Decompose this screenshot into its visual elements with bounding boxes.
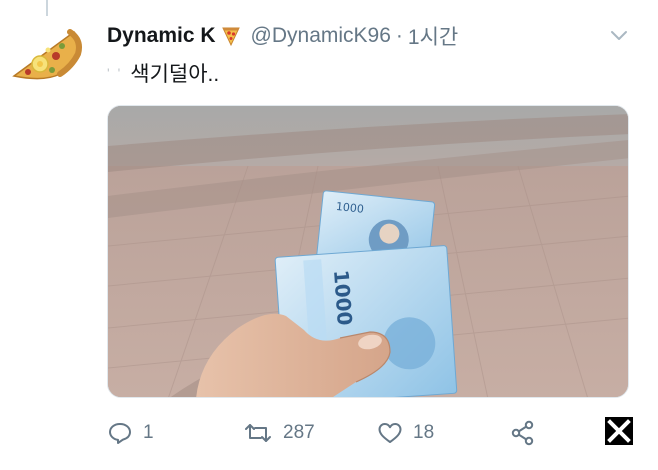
tweet-text: ' ' 색기덜아.. [107,58,219,88]
tweet-actions: 1 287 18 [107,416,647,450]
tweet-header: Dynamic K @DynamicK96 · 1시간 [107,20,458,52]
tweet-text-prefix: ' ' [107,65,123,81]
svg-text:1000: 1000 [329,269,357,326]
tweet-text-body: 색기덜아.. [130,63,220,86]
avatar[interactable] [8,26,84,84]
photo-image: 1000 1000 [108,106,628,397]
display-name[interactable]: Dynamic K [107,24,216,48]
thread-line [46,0,48,16]
retweet-button[interactable]: 287 [243,416,315,450]
pizza-slice-avatar-icon [12,29,82,80]
close-button[interactable] [605,417,633,445]
retweet-count: 287 [283,422,315,443]
share-button[interactable] [510,416,536,450]
chevron-down-icon [611,31,627,40]
close-icon [607,419,631,443]
reply-icon [109,423,131,444]
heart-icon [378,423,402,443]
user-handle[interactable]: @DynamicK96 [251,24,391,48]
reply-count: 1 [143,422,154,443]
share-icon [511,420,534,446]
timestamp[interactable]: 1시간 [408,21,458,51]
retweet-icon [245,424,271,442]
like-button[interactable]: 18 [377,416,434,450]
pizza-emoji-icon [220,25,242,47]
more-options-button[interactable] [608,26,630,44]
reply-button[interactable]: 1 [107,416,154,450]
separator-dot: · [395,24,403,47]
tweet-photo[interactable]: 1000 1000 [107,105,629,398]
like-count: 18 [413,422,435,443]
